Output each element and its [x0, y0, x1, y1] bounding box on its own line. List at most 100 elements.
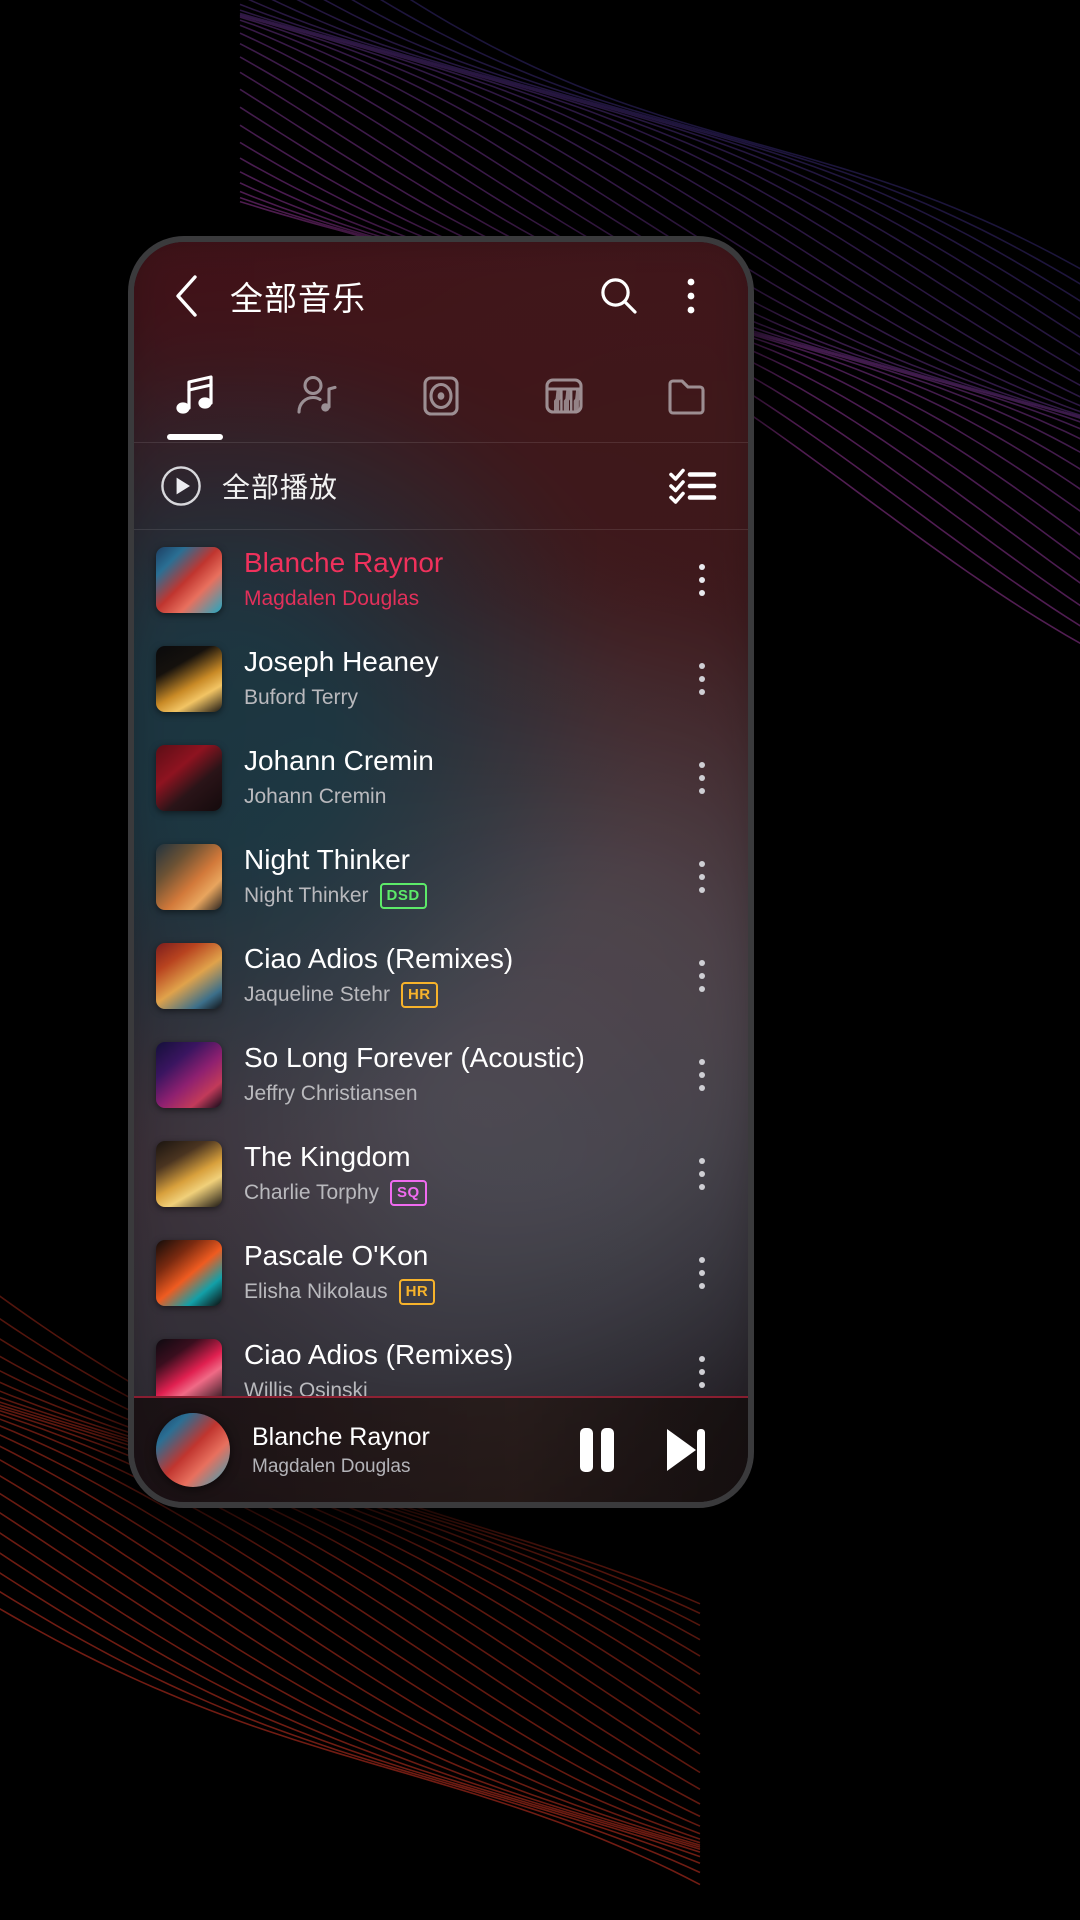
- page-title: 全部音乐: [230, 280, 366, 317]
- music-app-screen: 全部音乐 全部播放 Blanche Raynor Magdalen Dougla…: [134, 242, 748, 1502]
- song-title: Johann Cremin: [244, 745, 434, 777]
- more-vertical-icon: [699, 1058, 705, 1065]
- song-row[interactable]: Pascale O'Kon Elisha Nikolaus HR: [134, 1223, 748, 1322]
- song-meta: Blanche Raynor Magdalen Douglas: [244, 546, 656, 612]
- song-meta: Pascale O'Kon Elisha Nikolaus HR: [244, 1239, 656, 1306]
- song-artist: Jaqueline Stehr: [244, 983, 390, 1007]
- song-row[interactable]: Blanche Raynor Magdalen Douglas: [134, 530, 748, 629]
- song-title: Ciao Adios (Remixes): [244, 1339, 514, 1371]
- more-vertical-icon: [699, 774, 705, 781]
- song-artist: Johann Cremin: [244, 785, 387, 809]
- mini-player-album-art[interactable]: [156, 1413, 230, 1487]
- tab-albums[interactable]: [380, 350, 503, 442]
- more-vertical-icon: [699, 1282, 705, 1289]
- song-meta: Night Thinker Night Thinker DSD: [244, 843, 656, 910]
- mini-player-title: Blanche Raynor: [252, 1422, 430, 1451]
- song-more-options-button[interactable]: [678, 1138, 726, 1210]
- play-circle-icon: [161, 466, 201, 506]
- more-vertical-icon: [687, 278, 695, 314]
- more-vertical-icon: [699, 675, 705, 682]
- song-more-options-button[interactable]: [678, 742, 726, 814]
- phone-device-frame: 全部音乐 全部播放 Blanche Raynor Magdalen Dougla…: [128, 236, 754, 1508]
- more-vertical-icon: [699, 563, 705, 570]
- song-more-options-button[interactable]: [678, 544, 726, 616]
- song-more-options-button[interactable]: [678, 1039, 726, 1111]
- song-row[interactable]: Joseph Heaney Buford Terry: [134, 629, 748, 728]
- mini-player-bar[interactable]: Blanche Raynor Magdalen Douglas: [134, 1396, 748, 1502]
- quality-badge: SQ: [390, 1180, 427, 1207]
- tab-songs[interactable]: [134, 350, 257, 442]
- song-artist: Night Thinker: [244, 884, 369, 908]
- song-more-options-button[interactable]: [678, 1336, 726, 1397]
- song-album-art: [156, 942, 222, 1009]
- song-row[interactable]: So Long Forever (Acoustic) Jeffry Christi…: [134, 1025, 748, 1124]
- quality-badge: HR: [400, 982, 438, 1009]
- song-more-options-button[interactable]: [678, 643, 726, 715]
- song-meta: So Long Forever (Acoustic) Jeffry Christi…: [244, 1041, 656, 1107]
- song-row[interactable]: Johann Cremin Johann Cremin: [134, 728, 748, 827]
- more-vertical-icon: [699, 1084, 705, 1091]
- song-artist-line: Night Thinker DSD: [244, 882, 656, 910]
- song-more-options-button[interactable]: [678, 940, 726, 1012]
- song-meta: Johann Cremin Johann Cremin: [244, 744, 656, 810]
- song-row[interactable]: Ciao Adios (Remixes) Jaqueline Stehr HR: [134, 926, 748, 1025]
- overflow-menu-button[interactable]: [662, 267, 720, 325]
- pause-button[interactable]: [564, 1417, 630, 1483]
- album-disc-icon: [423, 376, 459, 416]
- song-album-art: [156, 843, 222, 910]
- song-album-art: [156, 1338, 222, 1396]
- song-title: So Long Forever (Acoustic): [244, 1042, 585, 1074]
- song-meta: Ciao Adios (Remixes) Jaqueline Stehr HR: [244, 942, 656, 1009]
- song-list[interactable]: Blanche Raynor Magdalen Douglas Joseph Hea…: [134, 530, 748, 1396]
- quality-badge: HR: [398, 1279, 436, 1306]
- song-artist-line: Johann Cremin: [244, 783, 656, 810]
- song-title: Joseph Heaney: [244, 646, 439, 678]
- song-title: Pascale O'Kon: [244, 1240, 429, 1272]
- more-vertical-icon: [699, 1170, 705, 1177]
- more-vertical-icon: [699, 1071, 705, 1078]
- song-more-options-button[interactable]: [678, 1237, 726, 1309]
- search-button[interactable]: [590, 267, 648, 325]
- more-vertical-icon: [699, 589, 705, 596]
- more-vertical-icon: [699, 972, 705, 979]
- song-meta: The Kingdom Charlie Torphy SQ: [244, 1140, 656, 1207]
- song-artist: Buford Terry: [244, 686, 358, 710]
- song-album-art: [156, 1239, 222, 1306]
- song-meta: Ciao Adios (Remixes) Willis Osinski: [244, 1338, 656, 1396]
- song-row[interactable]: Night Thinker Night Thinker DSD: [134, 827, 748, 926]
- play-all-row[interactable]: 全部播放: [134, 443, 748, 529]
- tab-genres[interactable]: [502, 350, 625, 442]
- next-track-button[interactable]: [652, 1417, 718, 1483]
- more-vertical-icon: [699, 985, 705, 992]
- song-artist-line: Buford Terry: [244, 684, 656, 711]
- song-artist-line: Jaqueline Stehr HR: [244, 981, 656, 1009]
- more-vertical-icon: [699, 860, 705, 867]
- song-artist: Magdalen Douglas: [244, 587, 420, 611]
- chevron-left-icon: [176, 275, 197, 317]
- more-vertical-icon: [699, 1256, 705, 1263]
- tab-artists[interactable]: [257, 350, 380, 442]
- more-vertical-icon: [699, 1355, 705, 1362]
- pause-icon: [580, 1428, 614, 1472]
- more-vertical-icon: [699, 761, 705, 768]
- tab-folders[interactable]: [625, 350, 748, 442]
- song-album-art: [156, 645, 222, 712]
- song-more-options-button[interactable]: [678, 841, 726, 913]
- app-bar: 全部音乐: [134, 242, 748, 350]
- mini-player-meta: Blanche Raynor Magdalen Douglas: [252, 1423, 542, 1478]
- song-row[interactable]: The Kingdom Charlie Torphy SQ: [134, 1124, 748, 1223]
- more-vertical-icon: [699, 1157, 705, 1164]
- song-title: Ciao Adios (Remixes): [244, 943, 514, 975]
- song-artist: Jeffry Christiansen: [244, 1082, 418, 1106]
- song-artist-line: Charlie Torphy SQ: [244, 1179, 656, 1207]
- song-row[interactable]: Ciao Adios (Remixes) Willis Osinski: [134, 1322, 748, 1396]
- back-button[interactable]: [158, 267, 216, 325]
- song-artist: Charlie Torphy: [244, 1181, 380, 1205]
- song-artist-line: Jeffry Christiansen: [244, 1080, 656, 1107]
- song-artist-line: Elisha Nikolaus HR: [244, 1278, 656, 1306]
- more-vertical-icon: [699, 688, 705, 695]
- folder-icon: [668, 379, 705, 415]
- song-album-art: [156, 1041, 222, 1108]
- multi-select-button[interactable]: [664, 457, 722, 515]
- song-meta: Joseph Heaney Buford Terry: [244, 645, 656, 711]
